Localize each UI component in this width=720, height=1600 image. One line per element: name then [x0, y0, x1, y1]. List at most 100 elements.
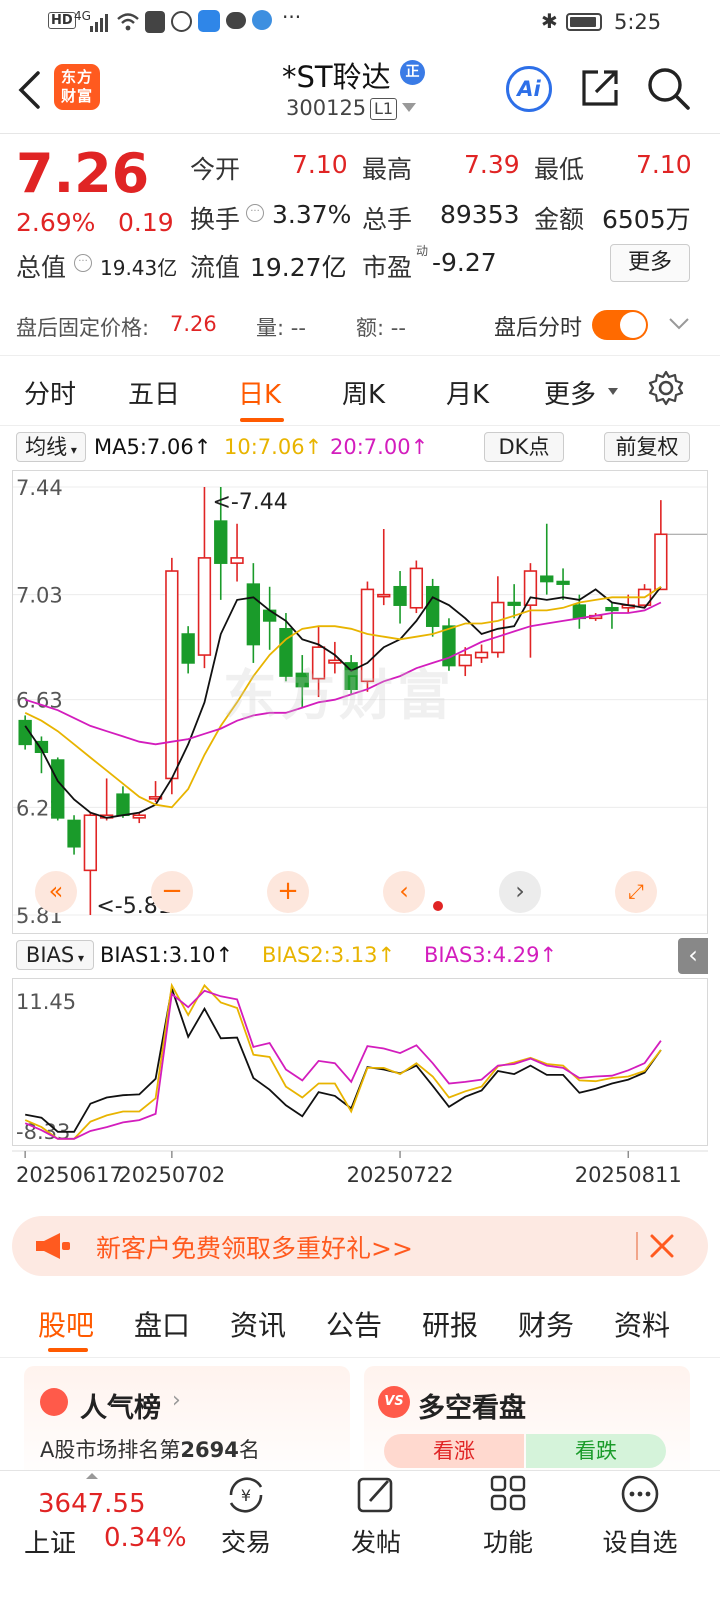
bias-chart[interactable]: 11.45 -8.33	[12, 978, 708, 1146]
nav-add-watchlist[interactable]: 设自选	[580, 1471, 700, 1559]
bias1-value: BIAS1:3.10↑	[100, 943, 234, 967]
bias1-line	[25, 988, 662, 1133]
pan-right-button[interactable]: ›	[499, 871, 541, 913]
price-adjust-label: 前复权	[615, 435, 679, 459]
signal-icon	[90, 14, 108, 32]
candle-body	[83, 814, 98, 872]
tab-daily-k[interactable]: 日K	[238, 374, 281, 411]
tab-announcements[interactable]: 公告	[326, 1304, 382, 1344]
after-hours-amount: 额: --	[356, 316, 406, 340]
bias-selector[interactable]: BIAS ▾	[16, 940, 94, 970]
low-label: 最低	[534, 155, 585, 184]
popularity-card[interactable]: 人气榜 › A股市场排名第2694名	[24, 1366, 350, 1470]
price-adjust-button[interactable]: 前复权	[604, 432, 690, 462]
tab-financials[interactable]: 财务	[518, 1304, 574, 1344]
promo-banner[interactable]: 新客户免费领取多重好礼>>	[12, 1216, 708, 1276]
info-icon[interactable]: ···	[74, 254, 92, 272]
bullish-button[interactable]: 看涨	[384, 1434, 524, 1468]
turnover-value: 3.37%	[272, 200, 352, 229]
network-type: 4G	[74, 9, 91, 23]
grid-icon	[490, 1475, 526, 1511]
rank-prefix: A股市场排名第	[40, 1438, 181, 1462]
info-icon[interactable]: ···	[246, 204, 264, 222]
after-hours-fixed-price: 7.26	[170, 312, 217, 336]
tab-news[interactable]: 资讯	[230, 1304, 286, 1344]
candle-body	[425, 585, 440, 627]
kline-chart[interactable]: 7.44 7.03 6.63 6.22 5.81 <-7.44 <-5.81 东方财富 « …	[12, 470, 708, 934]
nav-post[interactable]: 发帖	[316, 1471, 436, 1559]
nav-trade[interactable]: ¥ 交易	[186, 1471, 306, 1559]
tab-more[interactable]: 更多	[544, 374, 596, 411]
index-name[interactable]: 上证	[24, 1523, 76, 1560]
ma5-label: MA5:7.06	[94, 435, 194, 459]
chevron-down-icon[interactable]	[668, 316, 690, 332]
after-hours-toggle[interactable]	[592, 310, 648, 340]
float-cap-value: 19.27亿	[250, 253, 347, 282]
max-price-annotation: <-7.44	[212, 490, 287, 515]
tab-five-day[interactable]: 五日	[128, 374, 180, 411]
bias3-value: BIAS3:4.29↑	[424, 943, 558, 967]
indicator-selector[interactable]: 均线 ▾	[16, 432, 86, 462]
tab-research[interactable]: 研报	[422, 1304, 478, 1344]
index-value[interactable]: 3647.55	[38, 1489, 146, 1519]
content-tabs: 股吧 盘口 资讯 公告 研报 财务 资料	[0, 1290, 720, 1358]
chevron-up-icon[interactable]	[86, 1473, 98, 1479]
megaphone-icon	[36, 1233, 70, 1259]
market-cap-value: 19.43亿	[100, 256, 178, 280]
weather-icon	[198, 10, 220, 32]
candle-body	[165, 570, 179, 780]
date-tick-label: 20250702	[118, 1163, 225, 1187]
nav-functions[interactable]: 功能	[448, 1471, 568, 1559]
after-hours-volume: 量: --	[256, 316, 306, 340]
candle-body	[556, 580, 570, 585]
search-icon[interactable]	[646, 66, 692, 112]
status-bar: HD 4G ··· ✱ 5:25	[0, 0, 720, 46]
pe-label: 市盈	[362, 253, 413, 282]
collapse-panel-icon[interactable]: ‹	[678, 938, 708, 974]
amount-value: 6505万	[602, 205, 691, 234]
tab-forum[interactable]: 股吧	[38, 1304, 94, 1344]
tab-weekly-k[interactable]: 周K	[342, 374, 385, 411]
hd-icon: HD	[48, 12, 76, 29]
after-hours-toggle-label: 盘后分时	[494, 316, 583, 341]
more-button[interactable]: 更多	[610, 244, 690, 282]
tab-profile[interactable]: 资料	[614, 1304, 670, 1344]
high-value: 7.39	[464, 150, 520, 179]
bias-indicator-row: BIAS ▾ BIAS1:3.10↑ BIAS2:3.13↑ BIAS3:4.2…	[0, 938, 720, 974]
zoom-in-button[interactable]: +	[267, 871, 309, 913]
feature-cards: 人气榜 › A股市场排名第2694名 VS 多空看盘 看涨 看跌	[0, 1360, 720, 1470]
chevron-down-icon[interactable]	[402, 103, 416, 112]
chevron-down-icon[interactable]	[608, 388, 618, 395]
candle-body	[605, 606, 619, 612]
more-circle-icon	[621, 1475, 659, 1513]
fullscreen-button[interactable]: ⤢	[615, 871, 657, 913]
bearish-button[interactable]: 看跌	[526, 1434, 666, 1468]
candle-body	[197, 557, 212, 656]
candle-body	[572, 604, 587, 620]
quote-panel: 7.26 2.69% 0.19 今开 7.10 最高 7.39 最低 7.10 …	[0, 134, 720, 294]
app-logo: 东方财富	[54, 64, 100, 110]
gear-icon[interactable]	[648, 370, 684, 406]
index-change[interactable]: 0.34%	[104, 1523, 187, 1553]
tab-monthly-k[interactable]: 月K	[446, 374, 489, 411]
ai-assistant-icon[interactable]: Ai	[506, 66, 552, 112]
pan-left-button[interactable]: ‹	[383, 871, 425, 913]
edit-icon	[357, 1477, 393, 1513]
zoom-out-button[interactable]: −	[151, 871, 193, 913]
tab-order-book[interactable]: 盘口	[134, 1304, 190, 1344]
volume-label: 总手	[362, 205, 413, 234]
close-icon[interactable]	[648, 1232, 676, 1260]
open-value: 7.10	[292, 150, 348, 179]
dk-point-button[interactable]: DK点	[484, 432, 564, 462]
pe-value: -9.27	[432, 248, 497, 277]
date-axis: 20250617 20250702 20250722 20250811	[12, 1150, 708, 1204]
bias-y-tick-label: 11.45	[16, 990, 76, 1014]
back-arrow-icon[interactable]	[16, 70, 42, 110]
share-icon[interactable]	[578, 66, 622, 110]
period-tabs: 分时 五日 日K 周K 月K 更多	[0, 356, 720, 426]
amount-label: 金额	[534, 205, 585, 234]
tab-intraday[interactable]: 分时	[24, 374, 76, 411]
bias2-line	[24, 982, 662, 1140]
fast-rewind-button[interactable]: «	[35, 871, 77, 913]
long-short-card[interactable]: VS 多空看盘 看涨 看跌	[364, 1366, 690, 1470]
